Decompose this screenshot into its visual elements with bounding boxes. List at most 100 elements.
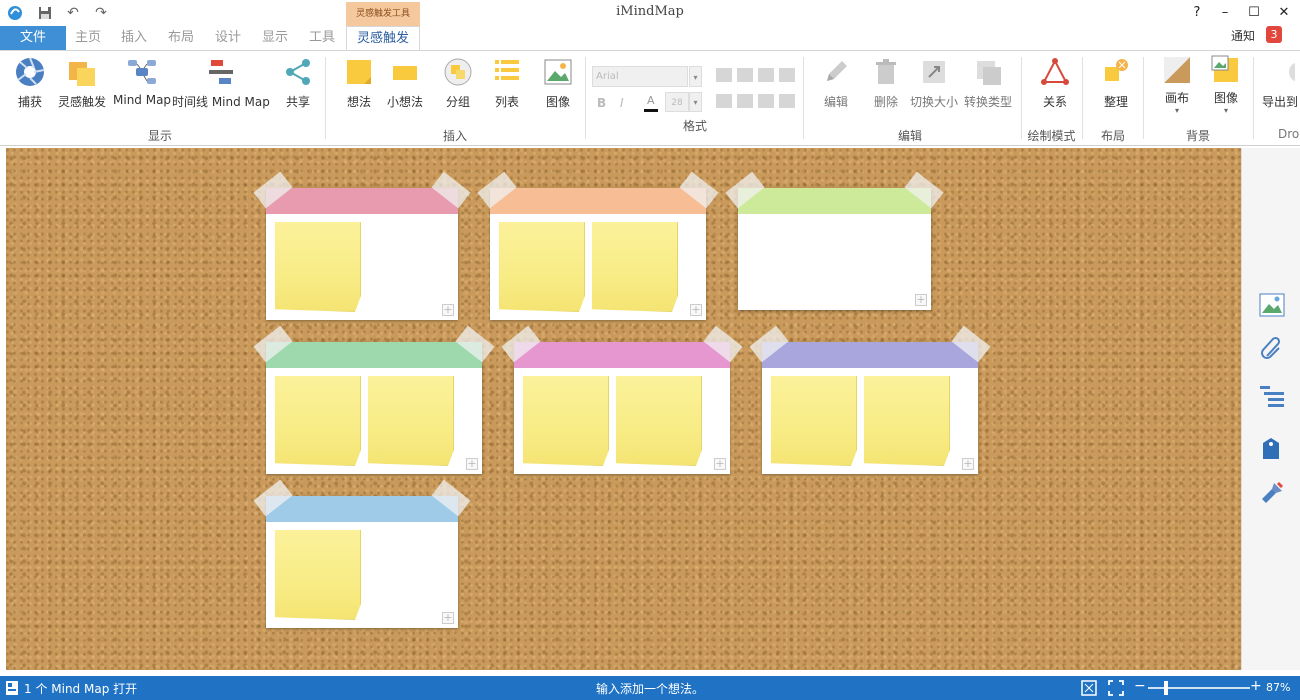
sticky-note[interactable]: [771, 376, 857, 466]
canvas-background-button[interactable]: 画布 ▾: [1160, 55, 1194, 115]
mindmap-view-button[interactable]: Mind Map: [113, 55, 171, 115]
dropdown-arrow-icon: ▾: [1223, 106, 1228, 115]
tab-file[interactable]: 文件: [0, 26, 66, 50]
relationship-button[interactable]: 关系: [1038, 55, 1072, 115]
notification-count-badge[interactable]: 3: [1266, 26, 1282, 43]
sticky-note[interactable]: [499, 222, 585, 312]
group-label-edit: 编辑: [897, 129, 922, 143]
tab-tools[interactable]: 工具: [304, 26, 340, 50]
bold-button[interactable]: B: [597, 96, 606, 110]
format-style-button[interactable]: [779, 68, 795, 82]
minimize-button[interactable]: –: [1211, 2, 1239, 22]
maximize-button[interactable]: ☐: [1240, 2, 1268, 22]
sticky-note[interactable]: [275, 530, 361, 620]
card-color-band: [490, 188, 706, 214]
background-image-button[interactable]: 图像 ▾: [1209, 55, 1243, 115]
add-note-icon[interactable]: +: [442, 612, 454, 624]
group-label-insert: 插入: [442, 129, 467, 143]
add-note-icon[interactable]: +: [690, 304, 702, 316]
card-color-band: [266, 188, 458, 214]
insert-list-button[interactable]: 列表: [490, 55, 524, 115]
tab-insert[interactable]: 插入: [116, 26, 152, 50]
idea-group-card[interactable]: +: [253, 325, 495, 474]
idea-group-card[interactable]: +: [477, 171, 719, 320]
format-style-button[interactable]: [758, 68, 774, 82]
image-icon: [541, 55, 575, 89]
undo-icon[interactable]: ↶: [64, 4, 82, 22]
tab-design[interactable]: 设计: [210, 26, 246, 50]
sticky-note[interactable]: [368, 376, 454, 466]
fullscreen-icon[interactable]: [1107, 679, 1125, 697]
format-style-button[interactable]: [737, 94, 753, 108]
group-label-layout: 布局: [1100, 129, 1125, 143]
organize-button[interactable]: 整理: [1099, 55, 1133, 115]
add-note-icon[interactable]: +: [962, 458, 974, 470]
close-button[interactable]: ✕: [1270, 2, 1298, 22]
sticky-note[interactable]: [275, 222, 361, 312]
zoom-out-icon[interactable]: −: [1134, 678, 1146, 694]
format-style-button[interactable]: [758, 94, 774, 108]
export-to-button[interactable]: 导出到: [1262, 55, 1298, 115]
insert-group-button[interactable]: 分组: [441, 55, 475, 115]
font-size-select[interactable]: 28: [665, 92, 689, 112]
font-family-dropdown-icon[interactable]: ▾: [689, 66, 702, 87]
font-family-select[interactable]: Arial: [592, 66, 688, 87]
image-panel-icon[interactable]: [1258, 291, 1286, 319]
sticky-note[interactable]: [592, 222, 678, 312]
idea-group-card[interactable]: +: [501, 325, 743, 474]
format-style-button[interactable]: [716, 68, 732, 82]
tab-home[interactable]: 主页: [70, 26, 106, 50]
add-note-icon[interactable]: +: [714, 458, 726, 470]
redo-icon[interactable]: ↷: [92, 4, 110, 22]
zoom-slider-thumb[interactable]: [1164, 681, 1169, 695]
paperclip-icon[interactable]: [1258, 335, 1286, 363]
canvas-icon: [1160, 55, 1194, 85]
corkboard-canvas[interactable]: + + + + + + +: [6, 148, 1241, 670]
toggle-size-button[interactable]: 切换大小: [910, 55, 958, 115]
share-button[interactable]: 共享: [281, 55, 315, 115]
edit-button[interactable]: 编辑: [819, 55, 853, 115]
status-bar: 1 个 Mind Map 打开 输入添加一个想法。 − + 87%: [0, 676, 1300, 700]
idea-group-card[interactable]: +: [253, 479, 471, 628]
italic-button[interactable]: I: [620, 96, 624, 110]
sticky-note[interactable]: [275, 376, 361, 466]
fit-to-window-icon[interactable]: [1080, 679, 1098, 697]
delete-button[interactable]: 删除: [869, 55, 903, 115]
format-style-button[interactable]: [779, 94, 795, 108]
outline-icon[interactable]: [1258, 383, 1286, 411]
insert-image-button[interactable]: 图像: [541, 55, 575, 115]
right-tool-panel: [1241, 148, 1300, 670]
add-note-icon[interactable]: +: [915, 294, 927, 306]
tag-icon[interactable]: [1258, 434, 1286, 462]
organize-icon: [1099, 55, 1133, 89]
app-logo-icon[interactable]: [6, 4, 24, 22]
idea-group-card[interactable]: +: [253, 171, 471, 320]
font-color-icon[interactable]: A: [643, 94, 659, 114]
format-style-button[interactable]: [737, 68, 753, 82]
save-icon[interactable]: [36, 4, 54, 22]
add-note-icon[interactable]: +: [466, 458, 478, 470]
insert-small-idea-button[interactable]: 小想法: [387, 55, 423, 115]
sticky-note[interactable]: [616, 376, 702, 466]
sticky-note[interactable]: [864, 376, 950, 466]
tab-brainstorm[interactable]: 灵感触发: [346, 26, 420, 51]
tab-layout[interactable]: 布局: [163, 26, 199, 50]
notifications-label[interactable]: 通知: [1231, 27, 1255, 44]
add-note-icon[interactable]: +: [442, 304, 454, 316]
zoom-slider[interactable]: [1148, 687, 1250, 689]
insert-idea-button[interactable]: 想法: [342, 55, 376, 115]
brainstorm-view-button[interactable]: 灵感触发: [58, 55, 106, 115]
idea-group-card[interactable]: +: [725, 171, 944, 310]
convert-type-button[interactable]: 转换类型: [964, 55, 1012, 115]
format-style-button[interactable]: [716, 94, 732, 108]
background-image-icon: [1209, 55, 1243, 85]
paintbrush-icon[interactable]: [1258, 479, 1286, 507]
font-size-dropdown-icon[interactable]: ▾: [689, 92, 702, 112]
idea-group-card[interactable]: +: [749, 325, 991, 474]
capture-button[interactable]: 捕获: [13, 55, 47, 115]
sticky-note[interactable]: [523, 376, 609, 466]
zoom-in-icon[interactable]: +: [1250, 678, 1262, 694]
help-button[interactable]: ?: [1183, 2, 1211, 22]
timeline-view-button[interactable]: 时间线 Mind Map: [172, 55, 270, 115]
tab-view[interactable]: 显示: [257, 26, 293, 50]
